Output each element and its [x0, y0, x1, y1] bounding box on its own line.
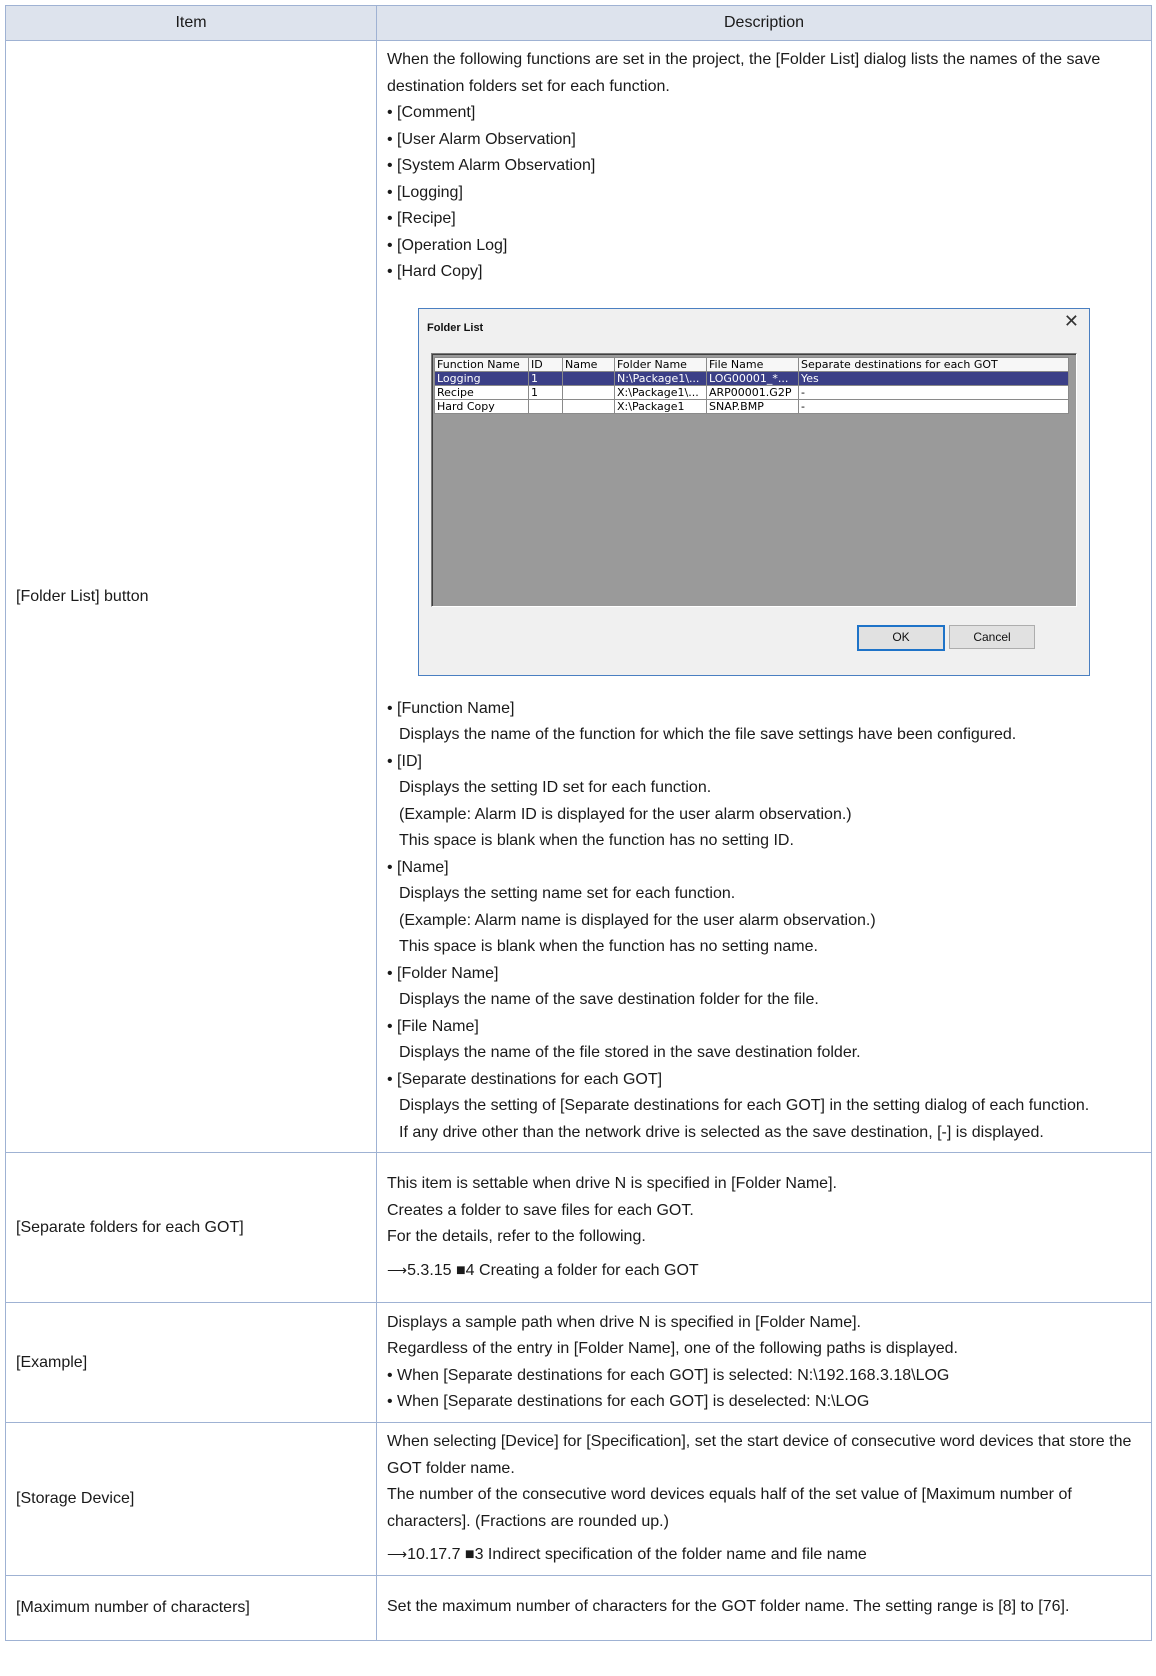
row-description-folder-list: When the following functions are set in …: [376, 40, 1152, 1153]
function-list-item: • [Hard Copy]: [387, 263, 483, 280]
arrow-icon: ⟶: [387, 1546, 407, 1562]
grid-cell: X:\Package1\...: [614, 384, 707, 400]
table-row: [Folder List] button When the following …: [5, 40, 1152, 1153]
row-item-folder-list: [Folder List] button: [5, 40, 377, 1153]
cancel-button[interactable]: Cancel: [949, 624, 1035, 649]
field-description: This space is blank when the function ha…: [399, 938, 818, 955]
field-description: If any drive other than the network driv…: [399, 1123, 1044, 1141]
description-line: Set the maximum number of characters for…: [387, 1598, 1070, 1616]
row-item-max-characters: [Maximum number of characters]: [5, 1574, 377, 1641]
row-description-max-characters: Set the maximum number of characters for…: [376, 1574, 1152, 1641]
grid-cell: SNAP.BMP: [706, 398, 799, 414]
field-description: Displays the name of the function for wh…: [399, 726, 1017, 743]
arrow-icon: ⟶: [387, 1261, 407, 1278]
folder-list-table: Function Name ID Name Folder Name File N…: [434, 356, 1069, 414]
reference-link[interactable]: ⟶ 10.17.7 ■3 Indirect specification of th…: [387, 1541, 1139, 1569]
row-item-storage-device: [Storage Device]: [5, 1422, 377, 1576]
field-name: • [Folder Name]: [387, 964, 499, 982]
table-row: [Separate folders for each GOT] This ite…: [5, 1152, 1152, 1303]
function-list-item: • [Operation Log]: [387, 236, 508, 254]
description-line: The number of the consecutive word devic…: [387, 1486, 1072, 1530]
grid-cell: N:\Package1\...: [614, 370, 707, 386]
grid-cell: -: [798, 384, 1069, 400]
grid-cell: Logging: [434, 370, 529, 386]
row-item-separate-folders: [Separate folders for each GOT]: [5, 1152, 377, 1303]
field-description: Displays the setting ID set for each fun…: [399, 779, 712, 796]
field-name: • [File Name]: [387, 1017, 479, 1035]
grid-cell: Recipe: [434, 384, 529, 400]
settings-table: Item Description [Folder List] button Wh…: [5, 5, 1152, 1641]
row-item-example: [Example]: [5, 1302, 377, 1423]
field-name: • [Function Name]: [387, 699, 515, 717]
field-description: Displays the name of the file stored in …: [399, 1044, 861, 1061]
grid-cell: [562, 398, 615, 414]
grid-column-header[interactable]: Folder Name: [614, 356, 707, 372]
description-line: Regardless of the entry in [Folder Name]…: [387, 1340, 958, 1357]
description-line: For the details, refer to the following.: [387, 1228, 646, 1245]
grid-row[interactable]: Hard Copy X:\Package1 SNAP.BMP -: [434, 398, 1069, 414]
description-line: • When [Separate destinations for each G…: [387, 1366, 950, 1384]
folder-list-dialog-screenshot: Folder List ✕ Function Name ID Name Fold…: [387, 286, 1139, 696]
row-description-example: Displays a sample path when drive N is s…: [376, 1302, 1152, 1423]
grid-cell: X:\Package1: [614, 398, 707, 414]
function-list-item: • [User Alarm Observation]: [387, 130, 576, 148]
function-list-item: • [Logging]: [387, 183, 463, 201]
grid-column-header[interactable]: File Name: [706, 356, 799, 372]
description-column-header: Description: [376, 5, 1152, 41]
grid-cell: Yes: [798, 370, 1069, 386]
description-line: • When [Separate destinations for each G…: [387, 1393, 870, 1410]
row-description-storage-device: When selecting [Device] for [Specificati…: [376, 1422, 1152, 1576]
description-line: Displays a sample path when drive N is s…: [387, 1313, 861, 1331]
ok-button[interactable]: OK: [857, 624, 945, 651]
field-description: Displays the name of the save destinatio…: [399, 991, 819, 1008]
grid-cell: [528, 398, 563, 414]
field-description: This space is blank when the function ha…: [399, 832, 794, 849]
reference-text: 5.3.15 ■4 Creating a folder for each GOT: [407, 1261, 699, 1279]
grid-cell: LOG00001_*...: [706, 370, 799, 386]
row-description-separate-folders: This item is settable when drive N is sp…: [376, 1152, 1152, 1303]
field-description: (Example: Alarm name is displayed for th…: [399, 911, 876, 929]
function-list-item: • [Recipe]: [387, 210, 456, 227]
reference-link[interactable]: ⟶ 5.3.15 ■4 Creating a folder for each GO…: [387, 1257, 1139, 1285]
close-icon[interactable]: ✕: [1064, 311, 1079, 333]
grid-row-selected[interactable]: Logging 1 N:\Package1\... LOG00001_*... …: [434, 370, 1069, 386]
grid-column-header[interactable]: Name: [562, 356, 615, 372]
description-line: When selecting [Device] for [Specificati…: [387, 1433, 1132, 1477]
dialog-title: Folder List: [427, 321, 484, 334]
grid-column-header[interactable]: Function Name: [434, 356, 529, 372]
field-name: • [ID]: [387, 752, 422, 770]
field-name: • [Name]: [387, 858, 449, 876]
grid-cell: -: [798, 398, 1069, 414]
table-row: [Maximum number of characters] Set the m…: [5, 1574, 1152, 1641]
field-name: • [Separate destinations for each GOT]: [387, 1070, 663, 1088]
description-line: Creates a folder to save files for each …: [387, 1201, 694, 1219]
grid-column-header[interactable]: ID: [528, 356, 563, 372]
function-list-item: • [Comment]: [387, 104, 476, 121]
grid-row[interactable]: Recipe 1 X:\Package1\... ARP00001.G2P -: [434, 384, 1069, 400]
description-line: This item is settable when drive N is sp…: [387, 1175, 837, 1192]
reference-text: 10.17.7 ■3 Indirect specification of the…: [407, 1546, 867, 1563]
table-row: [Storage Device] When selecting [Device]…: [5, 1422, 1152, 1576]
field-description: Displays the setting of [Separate destin…: [399, 1097, 1090, 1114]
grid-cell: Hard Copy: [434, 398, 529, 414]
item-column-header: Item: [5, 5, 377, 41]
table-header-row: Item Description: [5, 5, 1152, 41]
grid-column-header[interactable]: Separate destinations for each GOT: [798, 356, 1069, 372]
grid-cell: 1: [528, 384, 563, 400]
field-description: (Example: Alarm ID is displayed for the …: [399, 805, 852, 823]
grid-cell: ARP00001.G2P: [706, 384, 799, 400]
grid-cell: [562, 370, 615, 386]
table-row: [Example] Displays a sample path when dr…: [5, 1302, 1152, 1423]
function-list-item: • [System Alarm Observation]: [387, 157, 596, 174]
grid-cell: [562, 384, 615, 400]
folder-list-dialog: Folder List ✕ Function Name ID Name Fold…: [418, 307, 1090, 676]
field-description: Displays the setting name set for each f…: [399, 885, 736, 902]
grid-cell: 1: [528, 370, 563, 386]
folder-list-grid: Function Name ID Name Folder Name File N…: [431, 352, 1077, 607]
intro-text: When the following functions are set in …: [387, 51, 1101, 95]
grid-header-row: Function Name ID Name Folder Name File N…: [434, 356, 1069, 372]
